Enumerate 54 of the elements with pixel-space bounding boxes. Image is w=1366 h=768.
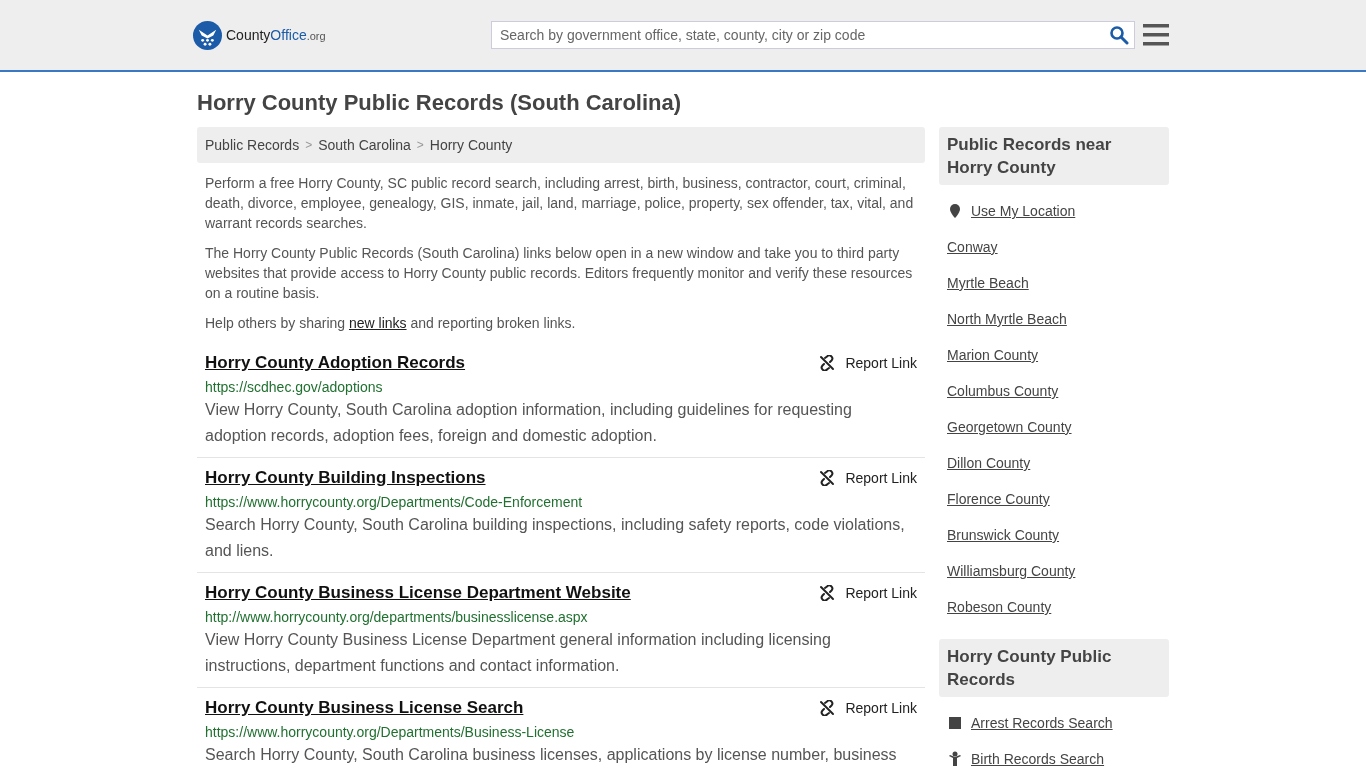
square-icon (947, 715, 963, 731)
sidebar-link[interactable]: Use My Location (971, 203, 1076, 219)
report-link-button[interactable]: Report Link (819, 355, 917, 371)
search-field[interactable]: Search by government office, state, county, city or zip code (491, 21, 1135, 49)
sidebar-link[interactable]: Birth Records Search (971, 751, 1105, 767)
broken-link-icon (819, 700, 836, 716)
sidebar-link[interactable]: Georgetown County (947, 419, 1072, 435)
sidebar-link[interactable]: Arrest Records Search (971, 715, 1113, 731)
sidebar-link[interactable]: Conway (947, 239, 998, 255)
report-link-button[interactable]: Report Link (819, 585, 917, 601)
help-text: Help others by sharing new links and reporting broken links. (205, 314, 577, 333)
person-icon (947, 751, 963, 767)
record-description: Search Horry County, South Carolina business licenses, applications by license number, business (205, 745, 898, 765)
record-title-link[interactable]: Horry County Business License Search (205, 698, 524, 718)
broken-link-icon (819, 355, 836, 371)
report-link-button[interactable]: Report Link (819, 470, 917, 486)
record-description: View Horry County Business License Department general information including licensing instructions, department functions and contact information. (205, 630, 832, 676)
sidebar-link[interactable]: Marion County (947, 347, 1039, 363)
site-logo[interactable]: CountyOffice.org (193, 20, 491, 50)
record-url: https://scdhec.gov/adoptions (205, 379, 384, 395)
report-link-button[interactable]: Report Link (819, 700, 917, 716)
location-pin-icon (947, 203, 963, 219)
record-url: https://www.horrycounty.org/Departments/Code-Enforcement (205, 494, 584, 510)
record-title-link[interactable]: Horry County Business License Department Website (205, 583, 631, 603)
sidebar-link[interactable]: Myrtle Beach (947, 275, 1029, 291)
intro-paragraph: Perform a free Horry County, SC public record search, including arrest, birth, business, contractor, court, criminal, death, divorce, employee, genealogy, GIS, inmate, jail, land, marriage, police, property, sex offender, tax, vital, and warrant records searches. (205, 174, 915, 233)
search-icon[interactable] (1109, 25, 1129, 45)
menu-icon[interactable] (1143, 24, 1169, 46)
eagle-logo-icon (193, 20, 222, 50)
breadcrumb-link[interactable]: Horry County (429, 137, 513, 153)
sidebar-heading: Horry County Public Records (939, 639, 1169, 697)
sidebar-link[interactable]: Robeson County (947, 599, 1052, 615)
sidebar-link[interactable]: North Myrtle Beach (947, 311, 1067, 327)
breadcrumb-link[interactable]: Public Records (205, 137, 300, 153)
record-title-link[interactable]: Horry County Building Inspections (205, 468, 486, 488)
breadcrumb-separator: > (416, 138, 424, 152)
sidebar-link[interactable]: Columbus County (947, 383, 1059, 399)
page-title: Horry County Public Records (South Carolina) (197, 90, 683, 116)
record-url: http://www.horrycounty.org/departments/businesslicense.aspx (205, 609, 589, 625)
new-links-link[interactable]: new links (348, 315, 407, 331)
sidebar-link[interactable]: Dillon County (947, 455, 1031, 471)
record-description: View Horry County, South Carolina adoption information, including guidelines for requesting adoption records, adoption fees, foreign and domestic adoption. (205, 400, 853, 446)
record-title-link[interactable]: Horry County Adoption Records (205, 353, 466, 373)
intro-paragraph: The Horry County Public Records (South Carolina) links below open in a new window and take you to third party websites that provide access to Horry County public records. Editors frequently monitor and verify these resources on a routine basis. (205, 244, 914, 303)
record-description: Search Horry County, South Carolina building inspections, including safety reports, code violations, and liens. (205, 515, 906, 561)
record-url: https://www.horrycounty.org/Departments/Business-License (205, 724, 576, 740)
broken-link-icon (819, 470, 836, 486)
sidebar-link[interactable]: Brunswick County (947, 527, 1060, 543)
broken-link-icon (819, 585, 836, 601)
sidebar-link[interactable]: Florence County (947, 491, 1050, 507)
breadcrumb-link[interactable]: South Carolina (318, 137, 411, 153)
sidebar-heading: Public Records near Horry County (939, 127, 1169, 185)
breadcrumb-separator: > (305, 138, 313, 152)
sidebar-link[interactable]: Williamsburg County (947, 563, 1076, 579)
